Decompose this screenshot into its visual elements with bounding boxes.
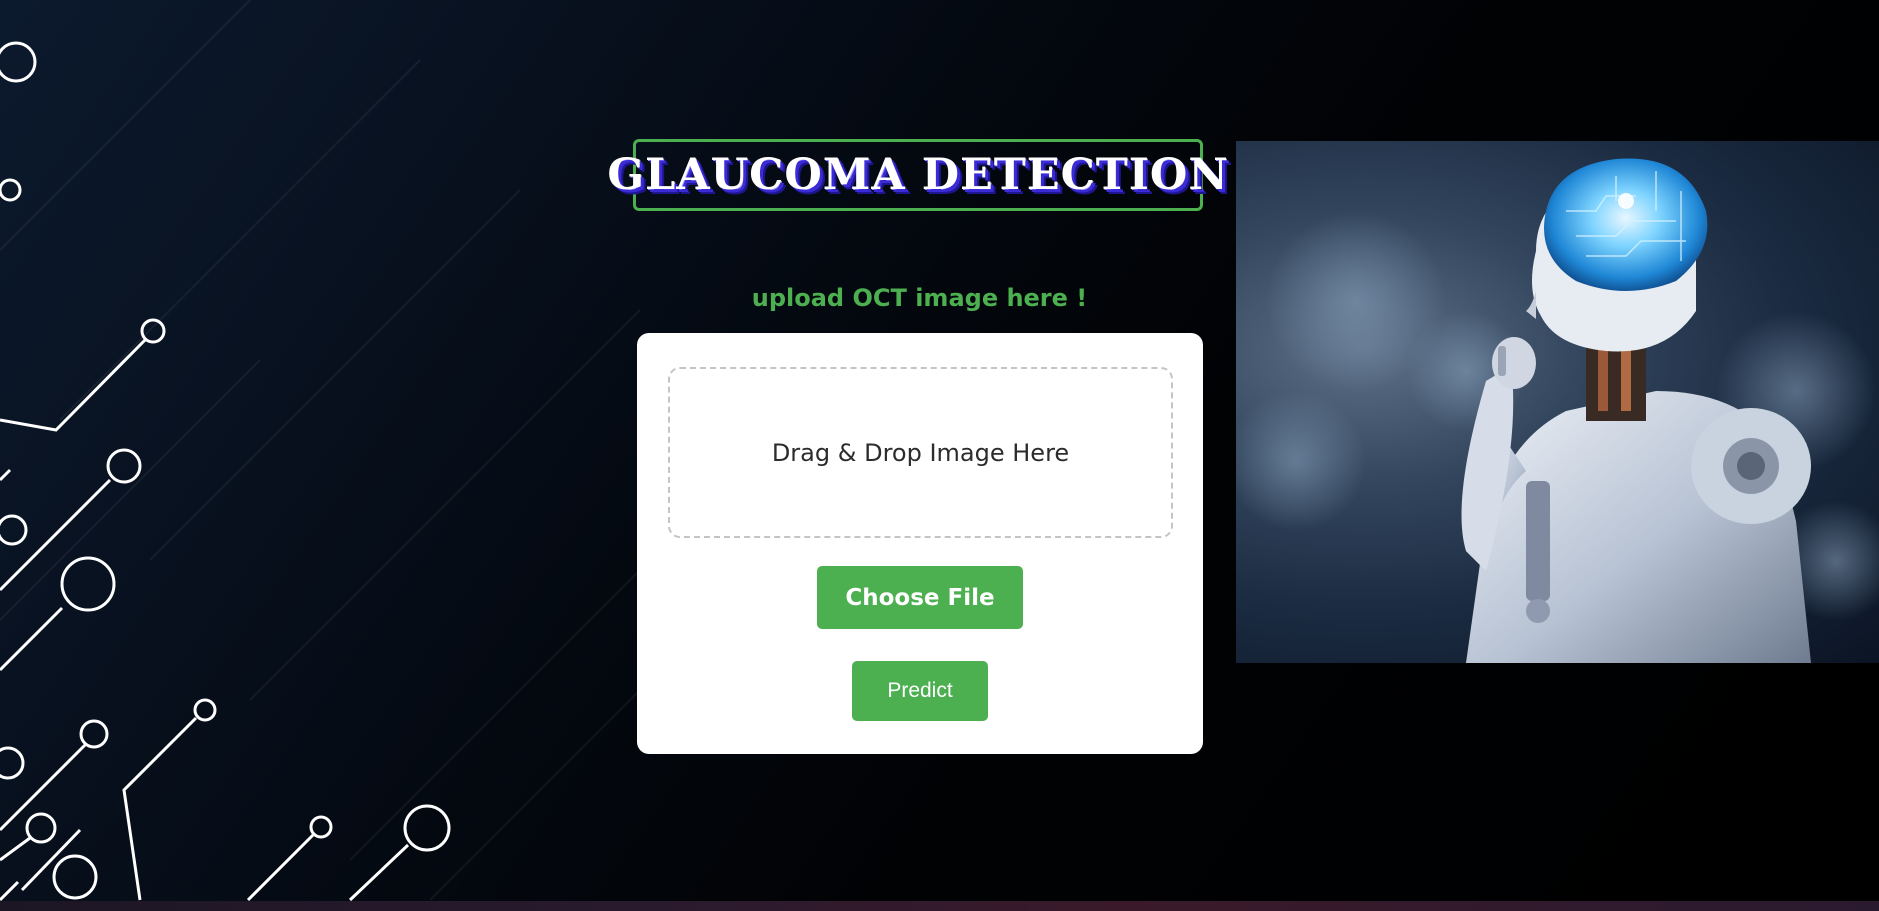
upload-card: Drag & Drop Image Here Choose File Predi… [637,333,1203,754]
page: GLAUCOMA DETECTION upload OCT image here… [0,0,1879,911]
choose-file-button[interactable]: Choose File [817,566,1023,629]
page-title: GLAUCOMA DETECTION [607,150,1229,200]
upload-caption: upload OCT image here ! [751,284,1088,312]
dropzone-label: Drag & Drop Image Here [771,438,1070,467]
robot-illustration [1236,141,1879,663]
taskbar-strip [0,901,1879,911]
title-box: GLAUCOMA DETECTION [607,139,1228,211]
robot-thinking-icon [1236,158,1879,663]
predict-button[interactable]: Predict [852,661,988,721]
image-dropzone[interactable]: Drag & Drop Image Here [668,367,1173,538]
